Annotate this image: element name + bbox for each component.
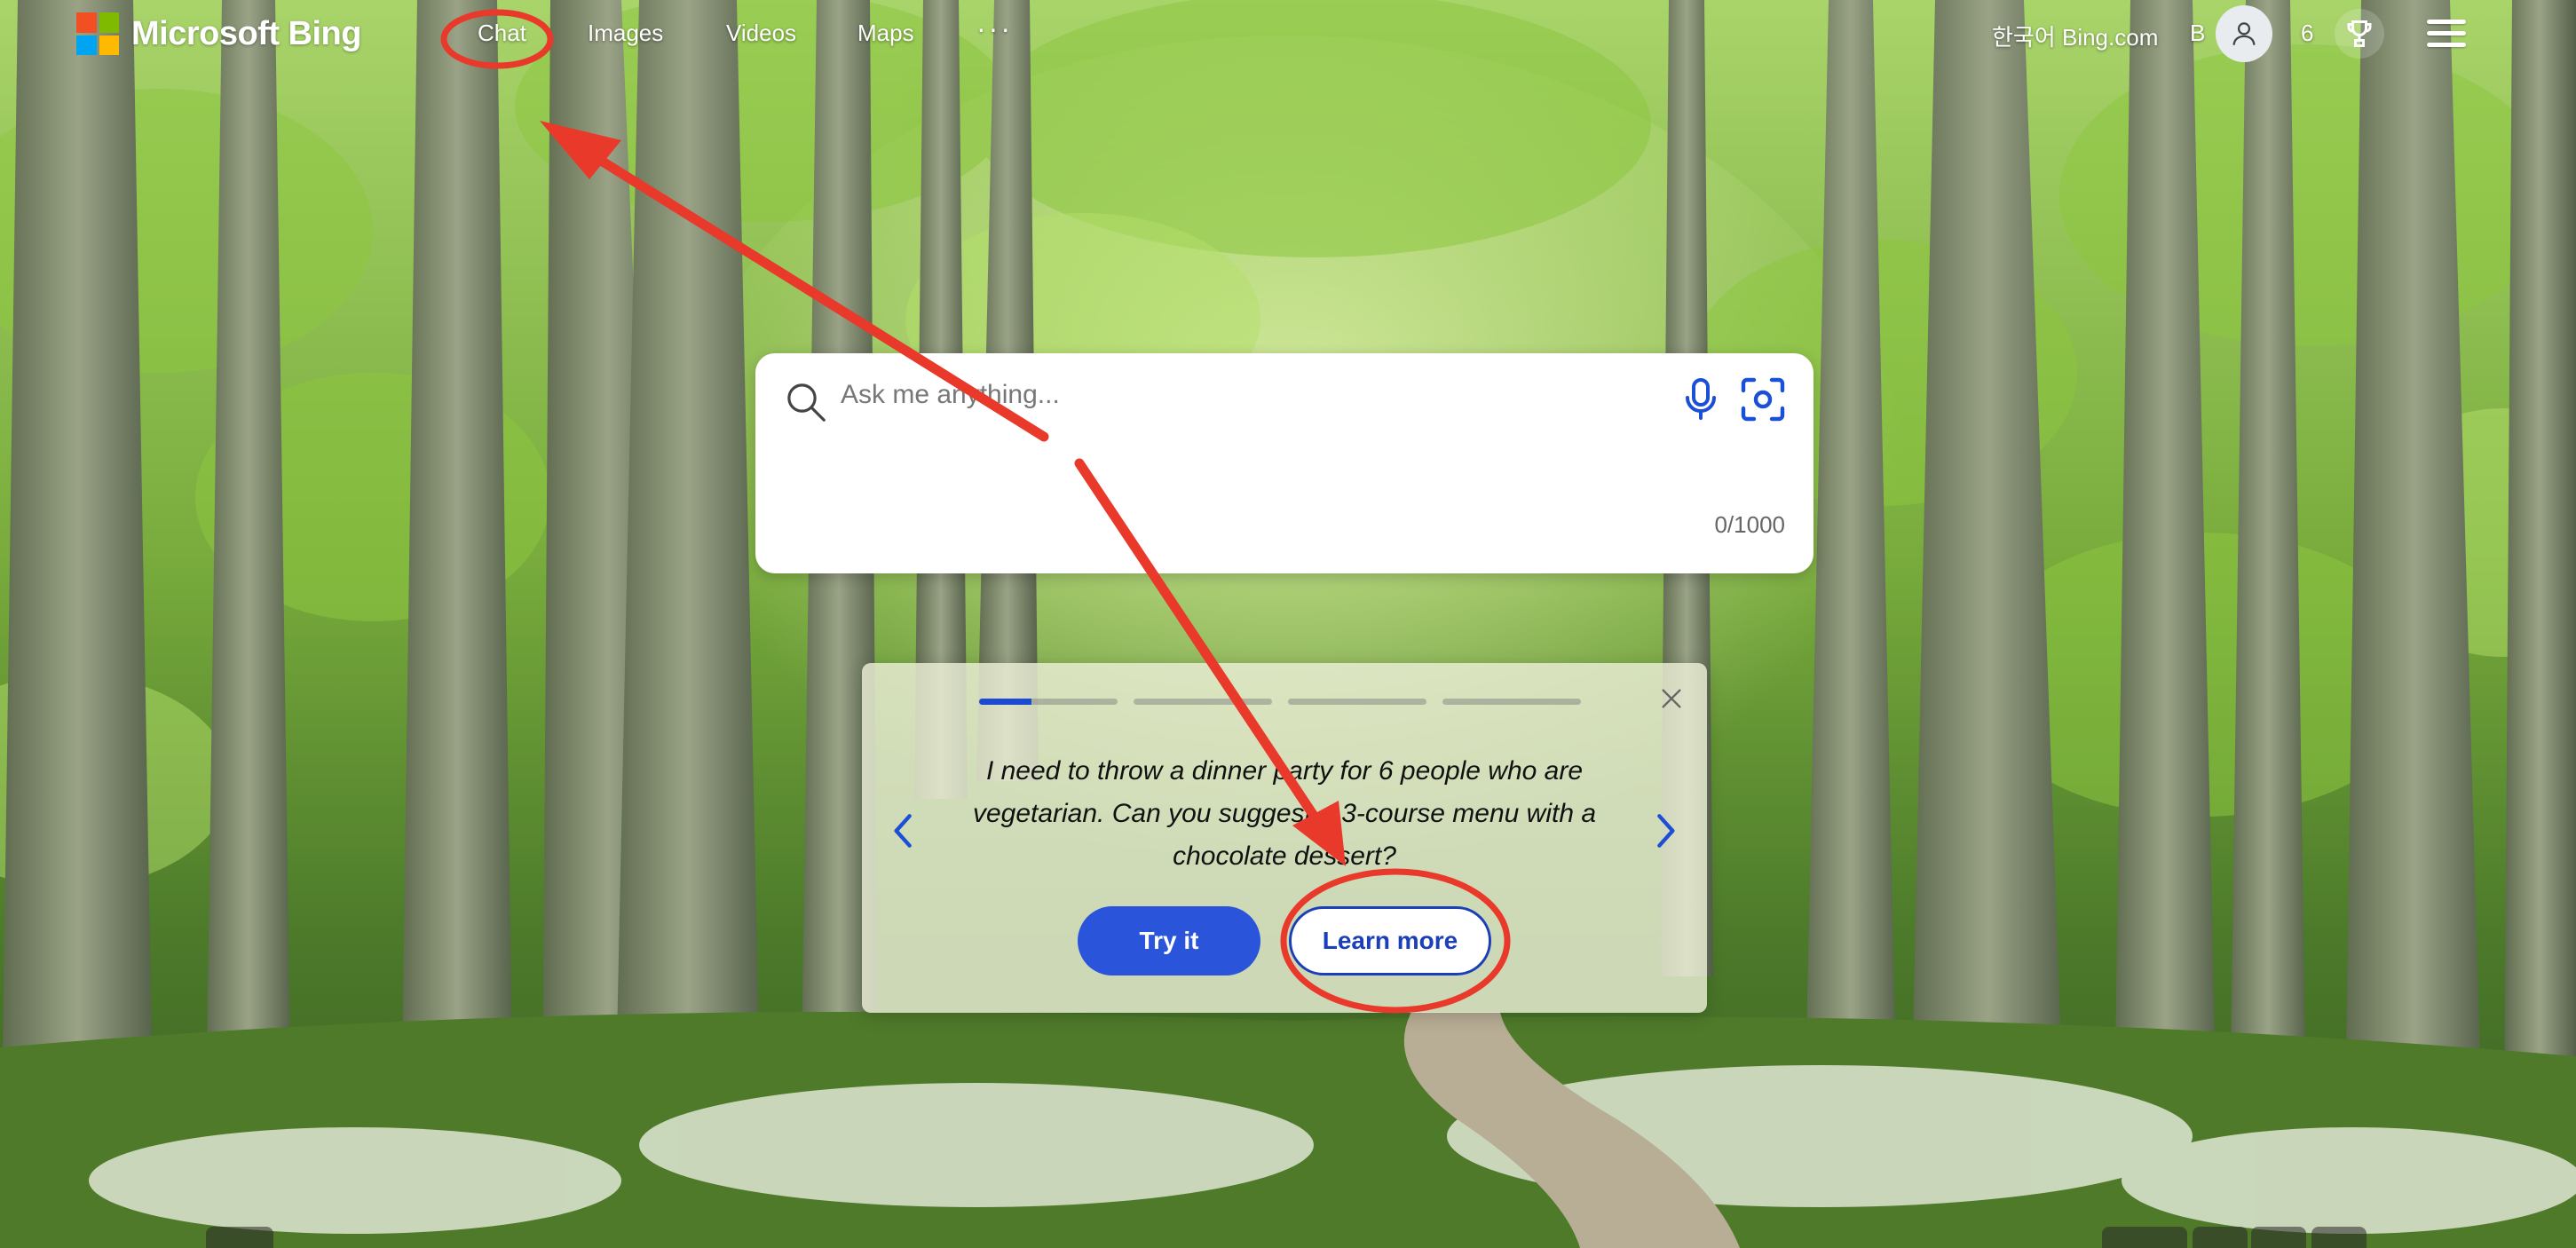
logo-text: Microsoft Bing: [131, 14, 361, 52]
nav-images[interactable]: Images: [588, 20, 663, 47]
bing-logo[interactable]: Microsoft Bing: [76, 12, 361, 55]
user-initial: B: [2190, 20, 2206, 46]
chevron-right-icon[interactable]: [1650, 809, 1680, 853]
search-icon: [787, 383, 826, 422]
progress-step-2[interactable]: [1134, 699, 1272, 705]
reward-points: 6: [2301, 20, 2314, 46]
visual-search-icon[interactable]: [1737, 375, 1789, 424]
search-input[interactable]: [839, 373, 1517, 417]
bottom-right-control-3[interactable]: [2251, 1227, 2306, 1248]
character-count: 0/1000: [1714, 511, 1785, 538]
nav-videos[interactable]: Videos: [726, 20, 796, 47]
bottom-right-control-1[interactable]: [2102, 1227, 2187, 1248]
card-progress: [979, 699, 1581, 705]
nav-more-button[interactable]: ···: [976, 12, 1013, 45]
bottom-right-control-4[interactable]: [2311, 1227, 2367, 1248]
learn-more-button[interactable]: Learn more: [1289, 906, 1491, 975]
language-link[interactable]: 한국어 Bing.com: [1992, 20, 2158, 52]
trophy-icon: [2347, 20, 2372, 47]
nav-maps[interactable]: Maps: [857, 20, 914, 47]
suggestion-card: I need to throw a dinner party for 6 peo…: [862, 663, 1707, 1013]
progress-step-3[interactable]: [1288, 699, 1426, 705]
bottom-left-control[interactable]: [206, 1227, 273, 1248]
user-icon: [2232, 22, 2256, 45]
suggestion-text: I need to throw a dinner party for 6 peo…: [972, 756, 1597, 871]
menu-hamburger-icon[interactable]: [2427, 20, 2466, 51]
progress-step-1-fill: [979, 699, 1032, 705]
progress-step-1[interactable]: [979, 699, 1118, 705]
search-box: 0/1000: [755, 353, 1813, 573]
forest-background: [0, 0, 2576, 1248]
progress-step-4[interactable]: [1442, 699, 1581, 705]
top-header: Microsoft Bing Chat Images Videos Maps ·…: [0, 0, 2576, 71]
bottom-right-control-2[interactable]: [2193, 1227, 2248, 1248]
rewards-button[interactable]: [2335, 9, 2384, 59]
user-avatar[interactable]: [2216, 5, 2272, 62]
try-it-button[interactable]: Try it: [1078, 906, 1260, 975]
microphone-icon[interactable]: [1679, 375, 1723, 424]
close-icon[interactable]: [1657, 684, 1686, 713]
microsoft-logo-icon: [76, 12, 119, 55]
nav-chat[interactable]: Chat: [478, 20, 526, 47]
chevron-left-icon[interactable]: [889, 809, 919, 853]
